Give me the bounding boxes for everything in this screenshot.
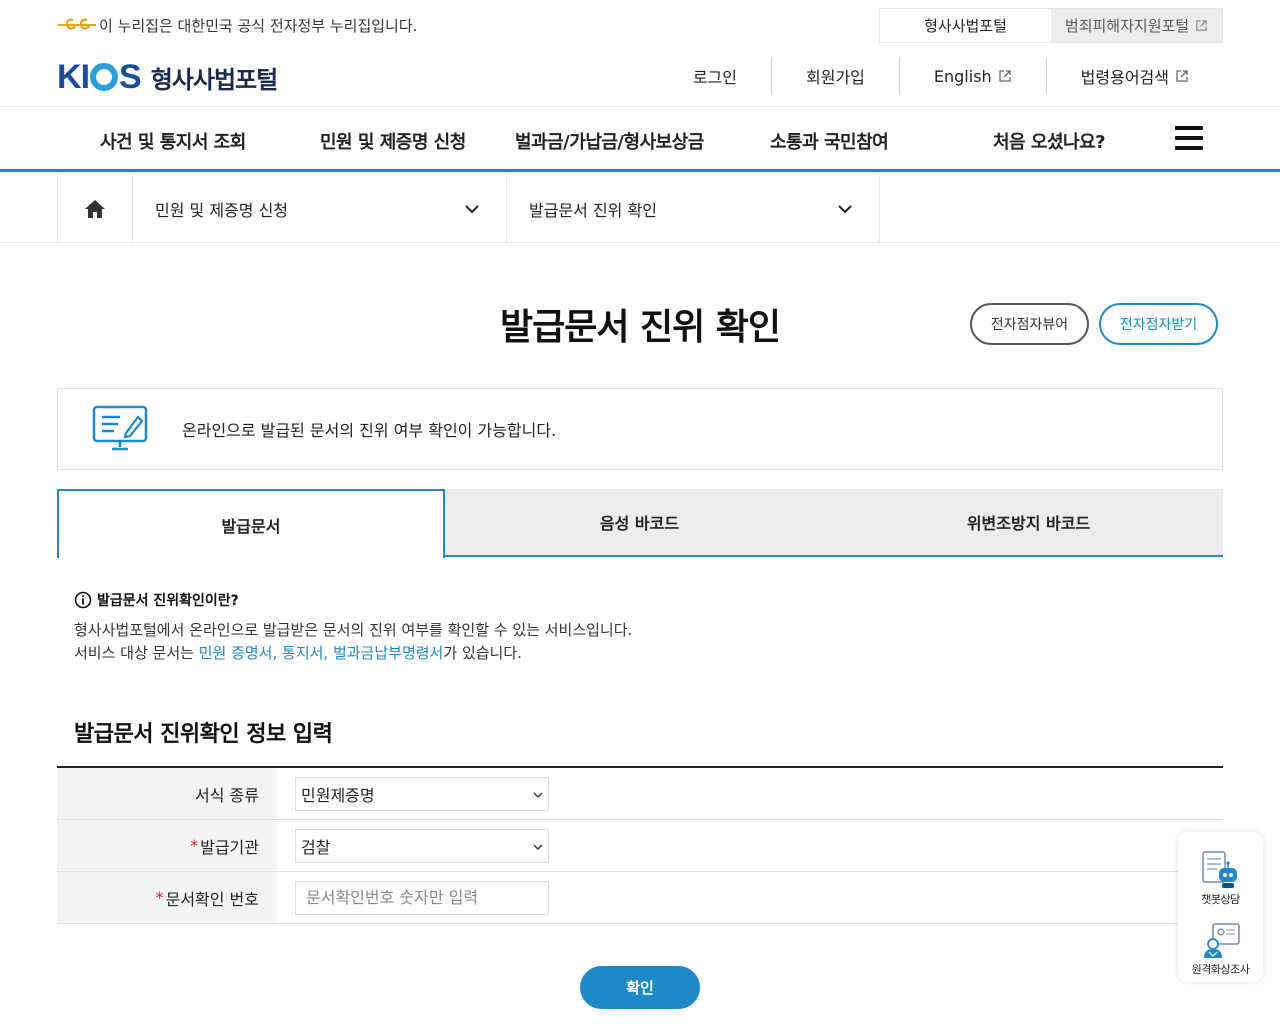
confirm-button[interactable]: 확인 (580, 966, 700, 1009)
info-icon (74, 591, 92, 609)
verification-form: 서식 종류 민원제증명 * 발급기관 검찰 * 문서확인 번호 (57, 766, 1223, 924)
gov-strip: 이 누리집은 대한민국 공식 전자정부 누리집입니다. 형사사법포털 범죄피해자… (0, 0, 1280, 50)
logo-ring-icon (90, 63, 119, 91)
tab-label: 발급문서 (221, 516, 281, 536)
util-label: English (933, 66, 992, 86)
site-header: K I S 형사사법포털 로그인 회원가입 English 법령용어검색 (0, 50, 1280, 107)
form-row-doc-type: 서식 종류 민원제증명 (57, 768, 1223, 820)
portal-tab-victim-support[interactable]: 범죄피해자지원포털 (1051, 9, 1222, 42)
util-label: 로그인 (692, 68, 737, 87)
logo-letter: I (80, 57, 91, 96)
required-mark: * (190, 836, 199, 855)
gnb-civil-certificate[interactable]: 민원 및 제증명 신청 (320, 128, 466, 154)
document-number-input[interactable] (295, 880, 549, 915)
form-label-text: 서식 종류 (195, 785, 259, 805)
select-value: 검찰 (301, 837, 331, 857)
gnb-first-visit[interactable]: 처음 오셨나요? (993, 128, 1106, 154)
chatbot-label: 챗봇상담 (1201, 893, 1240, 906)
breadcrumb-level1-select[interactable]: 민원 및 제증명 신청 (133, 175, 507, 243)
portal-tabs: 형사사법포털 범죄피해자지원포털 (879, 8, 1223, 43)
portal-tab-label: 형사사법포털 (924, 17, 1007, 35)
site-logo[interactable]: K I S 형사사법포털 (57, 57, 278, 97)
form-title: 발급문서 진위확인 정보 입력 (74, 722, 333, 747)
external-link-icon (1176, 70, 1188, 82)
description-heading: 발급문서 진위확인이란? (74, 590, 1174, 610)
english-link[interactable]: English (898, 58, 1046, 94)
document-monitor-icon (92, 405, 148, 451)
util-label: 법령용어검색 (1080, 68, 1169, 87)
video-consult-label: 원격화상조사 (1191, 963, 1250, 976)
gov-notice: 이 누리집은 대한민국 공식 전자정부 누리집입니다. (57, 14, 417, 36)
menu-hamburger-icon[interactable] (1175, 126, 1203, 152)
breadcrumb-level1-label: 민원 및 제증명 신청 (155, 201, 289, 220)
form-label: 서식 종류 (57, 768, 277, 819)
form-cell: 민원제증명 (277, 768, 1223, 819)
breadcrumb: 민원 및 제증명 신청 발급문서 진위 확인 (0, 175, 1280, 243)
gnb-fines[interactable]: 벌과금/가납금/형사보상금 (515, 128, 704, 154)
form-label: * 문서확인 번호 (57, 872, 277, 923)
document-type-select[interactable]: 민원제증명 (295, 776, 549, 811)
logo-letter: S (119, 57, 142, 96)
breadcrumb-level2-label: 발급문서 진위 확인 (529, 201, 657, 220)
brand-name: 형사사법포털 (150, 65, 278, 94)
floating-quick-menu: 챗봇상담 원격화상조사 (1178, 832, 1263, 982)
utility-nav: 로그인 회원가입 English 법령용어검색 (659, 58, 1223, 94)
braille-viewer-button[interactable]: 전자점자뷰어 (970, 303, 1089, 345)
egov-logo-icon (58, 18, 96, 30)
tab-voice-barcode[interactable]: 음성 바코드 (445, 489, 834, 557)
external-link-icon (999, 70, 1011, 82)
util-label: 회원가입 (806, 68, 865, 87)
form-cell: 검찰 (277, 820, 1223, 871)
chevron-down-icon (533, 792, 543, 798)
form-cell (277, 872, 1223, 923)
form-row-issuer: * 발급기관 검찰 (57, 820, 1223, 872)
issuing-agency-select[interactable]: 검찰 (295, 828, 549, 863)
gnb-participation[interactable]: 소통과 국민참여 (770, 128, 889, 154)
document-type-tabs: 발급문서 음성 바코드 위변조방지 바코드 (57, 489, 1223, 558)
description-line2-prefix: 서비스 대상 문서는 (74, 644, 199, 662)
remote-video-inquiry-button[interactable]: 원격화상조사 (1178, 920, 1263, 977)
description-line2: 서비스 대상 문서는 민원 증명서, 통지서, 벌과금납부명령서가 있습니다. (74, 644, 1174, 663)
info-text: 온라인으로 발급된 문서의 진위 여부 확인이 가능합니다. (182, 421, 557, 440)
tab-anti-forgery-barcode[interactable]: 위변조방지 바코드 (834, 489, 1223, 557)
chatbot-icon (1201, 851, 1237, 888)
service-description: 발급문서 진위확인이란? 형사사법포털에서 온라인으로 발급받은 문서의 진위 … (74, 590, 1174, 663)
signup-link[interactable]: 회원가입 (771, 58, 899, 94)
target-documents-highlight: 민원 증명서, 통지서, 벌과금납부명령서 (198, 644, 444, 662)
logo-letter: K (57, 57, 82, 96)
tab-issued-document[interactable]: 발급문서 (57, 489, 445, 558)
info-box: 온라인으로 발급된 문서의 진위 여부 확인이 가능합니다. (57, 388, 1223, 470)
description-line1: 형사사법포털에서 온라인으로 발급받은 문서의 진위 여부를 확인할 수 있는 … (74, 621, 633, 639)
portal-tab-kics[interactable]: 형사사법포털 (880, 9, 1051, 42)
legal-term-search-link[interactable]: 법령용어검색 (1045, 58, 1223, 94)
external-link-icon (1196, 20, 1207, 31)
description-line2-suffix: 가 있습니다. (443, 644, 522, 662)
portal-tab-label: 범죄피해자지원포털 (1064, 17, 1190, 35)
form-label-text: 문서확인 번호 (165, 889, 259, 909)
login-link[interactable]: 로그인 (659, 58, 771, 94)
form-row-doc-number: * 문서확인 번호 (57, 872, 1223, 924)
braille-download-button[interactable]: 전자점자받기 (1099, 303, 1218, 345)
gnb-case-lookup[interactable]: 사건 및 통지서 조회 (100, 128, 246, 154)
tab-label: 위변조방지 바코드 (966, 514, 1091, 533)
required-mark: * (155, 888, 164, 907)
chatbot-button[interactable]: 챗봇상담 (1178, 850, 1263, 907)
tab-label: 음성 바코드 (599, 514, 680, 533)
home-icon (85, 200, 105, 218)
chevron-down-icon (533, 844, 543, 850)
form-label-text: 발급기관 (200, 837, 259, 857)
kics-logo-mark: K I S (57, 57, 142, 97)
home-button[interactable] (57, 175, 133, 243)
global-nav: 사건 및 통지서 조회 민원 및 제증명 신청 벌과금/가납금/형사보상금 소통… (0, 108, 1280, 172)
video-consult-icon (1203, 923, 1240, 958)
chevron-down-icon (465, 205, 479, 214)
form-label: * 발급기관 (57, 820, 277, 871)
chevron-down-icon (838, 205, 852, 214)
breadcrumb-level2-select[interactable]: 발급문서 진위 확인 (507, 175, 880, 243)
select-value: 민원제증명 (301, 785, 375, 805)
gov-notice-text: 이 누리집은 대한민국 공식 전자정부 누리집입니다. (99, 16, 418, 35)
description-heading-text: 발급문서 진위확인이란? (97, 593, 239, 609)
